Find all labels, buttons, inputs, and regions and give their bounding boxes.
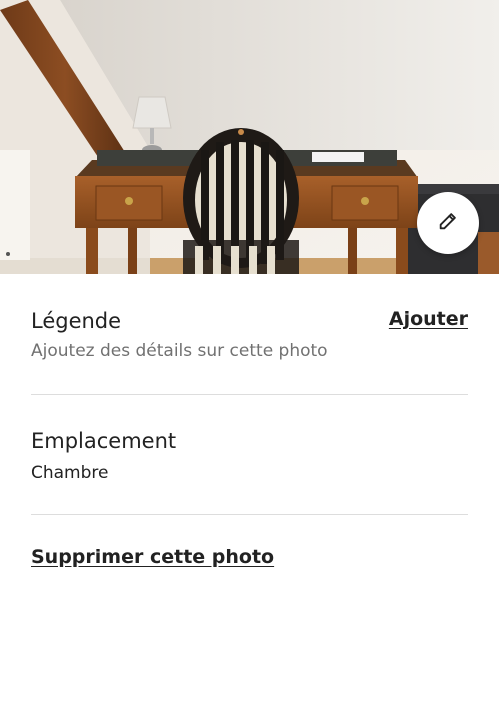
divider [31, 514, 468, 515]
delete-photo-button[interactable]: Supprimer cette photo [31, 546, 274, 568]
add-caption-button[interactable]: Ajouter [389, 308, 468, 330]
caption-section: Légende Ajoutez des détails sur cette ph… [31, 308, 468, 362]
location-value: Chambre [31, 463, 109, 483]
pencil-icon [437, 210, 459, 236]
location-section[interactable]: Emplacement Chambre [31, 428, 468, 484]
edit-photo-button[interactable] [417, 192, 479, 254]
location-title: Emplacement [31, 429, 177, 453]
divider [31, 394, 468, 395]
caption-placeholder: Ajoutez des détails sur cette photo [31, 341, 328, 361]
